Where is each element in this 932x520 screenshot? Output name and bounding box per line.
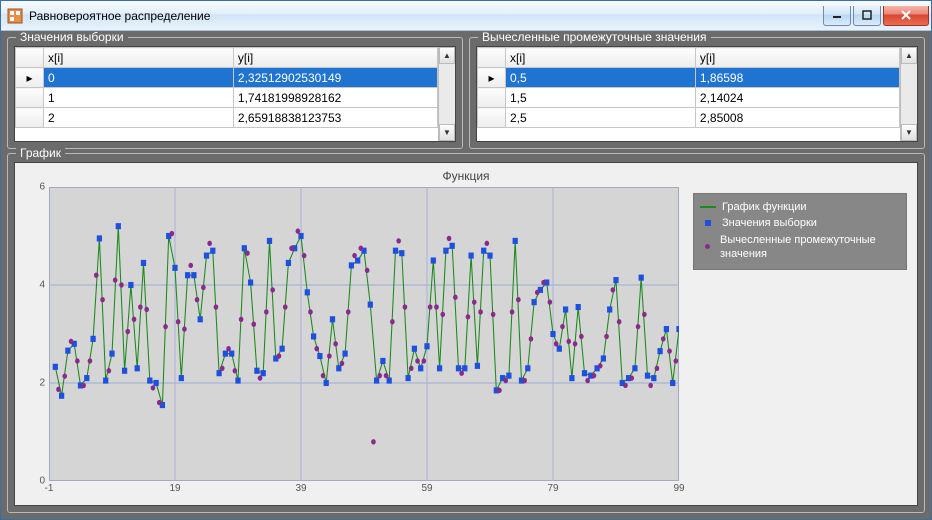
computed-values-title: Вычесленные промежуточные значения — [478, 31, 711, 44]
legend-entry-line: График функции — [700, 200, 900, 214]
legend-line-icon — [700, 206, 716, 208]
cell[interactable]: 1 — [44, 88, 234, 108]
y-tick-label: 6 — [39, 182, 45, 193]
computed-values-group: Вычесленные промежуточные значения x[i] … — [469, 37, 925, 149]
chart-title: Функция — [19, 169, 913, 183]
table-row[interactable]: ▸ 0,5 1,86598 — [478, 68, 900, 88]
close-button[interactable] — [883, 6, 929, 26]
x-tick-label: 79 — [547, 483, 558, 494]
legend-label: Вычесленные промежуточные значения — [720, 233, 900, 262]
plot-svg — [49, 187, 679, 481]
legend-entry-squares: Значения выборки — [700, 216, 900, 230]
cell[interactable]: 2,5 — [506, 108, 696, 128]
x-tick-label: 59 — [421, 483, 432, 494]
sample-values-group: Значения выборки x[i] y[i] ▸ — [7, 37, 463, 149]
titlebar[interactable]: Равновероятное распределение — [1, 1, 931, 31]
computed-col-y[interactable]: y[i] — [695, 48, 899, 68]
cell[interactable]: 2,14024 — [695, 88, 899, 108]
computed-col-x[interactable]: x[i] — [506, 48, 696, 68]
x-tick-label: 19 — [169, 483, 180, 494]
cell[interactable]: 0,5 — [506, 68, 696, 88]
window-buttons — [821, 6, 929, 26]
grid-corner[interactable] — [478, 48, 506, 68]
plot-wrap: 0246 -11939597999 — [19, 187, 683, 501]
legend-panel: График функции Значения выборки Вычеслен… — [683, 187, 913, 501]
sample-col-y[interactable]: y[i] — [233, 48, 437, 68]
table-row[interactable]: ▸ 0 2,32512902530149 — [16, 68, 438, 88]
x-tick-label: -1 — [45, 483, 54, 494]
cell[interactable]: 1,5 — [506, 88, 696, 108]
x-tick-label: 99 — [673, 483, 684, 494]
chart-body: 0246 -11939597999 График функции Значени… — [19, 187, 913, 501]
table-row[interactable]: 1,5 2,14024 — [478, 88, 900, 108]
chart-area: Функция 0246 -11939597999 График функции — [14, 162, 918, 506]
sample-scrollbar[interactable]: ▲ ▼ — [438, 47, 455, 141]
legend-label: График функции — [722, 200, 807, 214]
grid-corner[interactable] — [16, 48, 44, 68]
table-row[interactable]: 2,5 2,85008 — [478, 108, 900, 128]
scroll-up-icon[interactable]: ▲ — [901, 47, 917, 64]
chart-group-title: График — [16, 146, 65, 160]
cell[interactable]: 2 — [44, 108, 234, 128]
minimize-button[interactable] — [823, 6, 851, 26]
cell[interactable]: 2,32512902530149 — [233, 68, 437, 88]
app-icon — [7, 8, 23, 24]
app-window: Равновероятное распределение Значения вы… — [0, 0, 932, 520]
computed-grid[interactable]: x[i] y[i] ▸ 0,5 1,86598 1,5 — [477, 47, 900, 141]
sample-values-title: Значения выборки — [16, 31, 128, 44]
table-row[interactable]: 1 1,74181998928162 — [16, 88, 438, 108]
y-tick-label: 2 — [39, 378, 45, 389]
legend-square-icon — [705, 220, 711, 226]
sample-grid[interactable]: x[i] y[i] ▸ 0 2,32512902530149 1 — [15, 47, 438, 141]
scroll-down-icon[interactable]: ▼ — [439, 124, 455, 141]
computed-grid-container: x[i] y[i] ▸ 0,5 1,86598 1,5 — [476, 46, 918, 142]
computed-scrollbar[interactable]: ▲ ▼ — [900, 47, 917, 141]
client-area: Значения выборки x[i] y[i] ▸ — [1, 31, 931, 519]
cell[interactable]: 2,65918838123753 — [233, 108, 437, 128]
legend-entry-dots: Вычесленные промежуточные значения — [700, 233, 900, 262]
sample-col-x[interactable]: x[i] — [44, 48, 234, 68]
sample-grid-container: x[i] y[i] ▸ 0 2,32512902530149 1 — [14, 46, 456, 142]
scroll-up-icon[interactable]: ▲ — [439, 47, 455, 64]
cell[interactable]: 1,86598 — [695, 68, 899, 88]
chart-group: График Функция 0246 -11939597999 — [7, 153, 925, 513]
cell[interactable]: 0 — [44, 68, 234, 88]
grids-row: Значения выборки x[i] y[i] ▸ — [7, 37, 925, 149]
table-row[interactable]: 2 2,65918838123753 — [16, 108, 438, 128]
y-tick-label: 4 — [39, 280, 45, 291]
legend-dot-icon — [705, 244, 710, 249]
legend-label: Значения выборки — [722, 216, 817, 230]
window-title: Равновероятное распределение — [29, 9, 821, 23]
current-row-icon: ▸ — [488, 71, 494, 85]
legend-box: График функции Значения выборки Вычеслен… — [693, 193, 907, 270]
scroll-down-icon[interactable]: ▼ — [901, 124, 917, 141]
y-axis-ticks: 0246 — [19, 187, 47, 481]
cell[interactable]: 2,85008 — [695, 108, 899, 128]
current-row-icon: ▸ — [26, 71, 32, 85]
x-axis-ticks: -11939597999 — [49, 483, 679, 501]
cell[interactable]: 1,74181998928162 — [233, 88, 437, 108]
maximize-button[interactable] — [853, 6, 881, 26]
x-tick-label: 39 — [295, 483, 306, 494]
